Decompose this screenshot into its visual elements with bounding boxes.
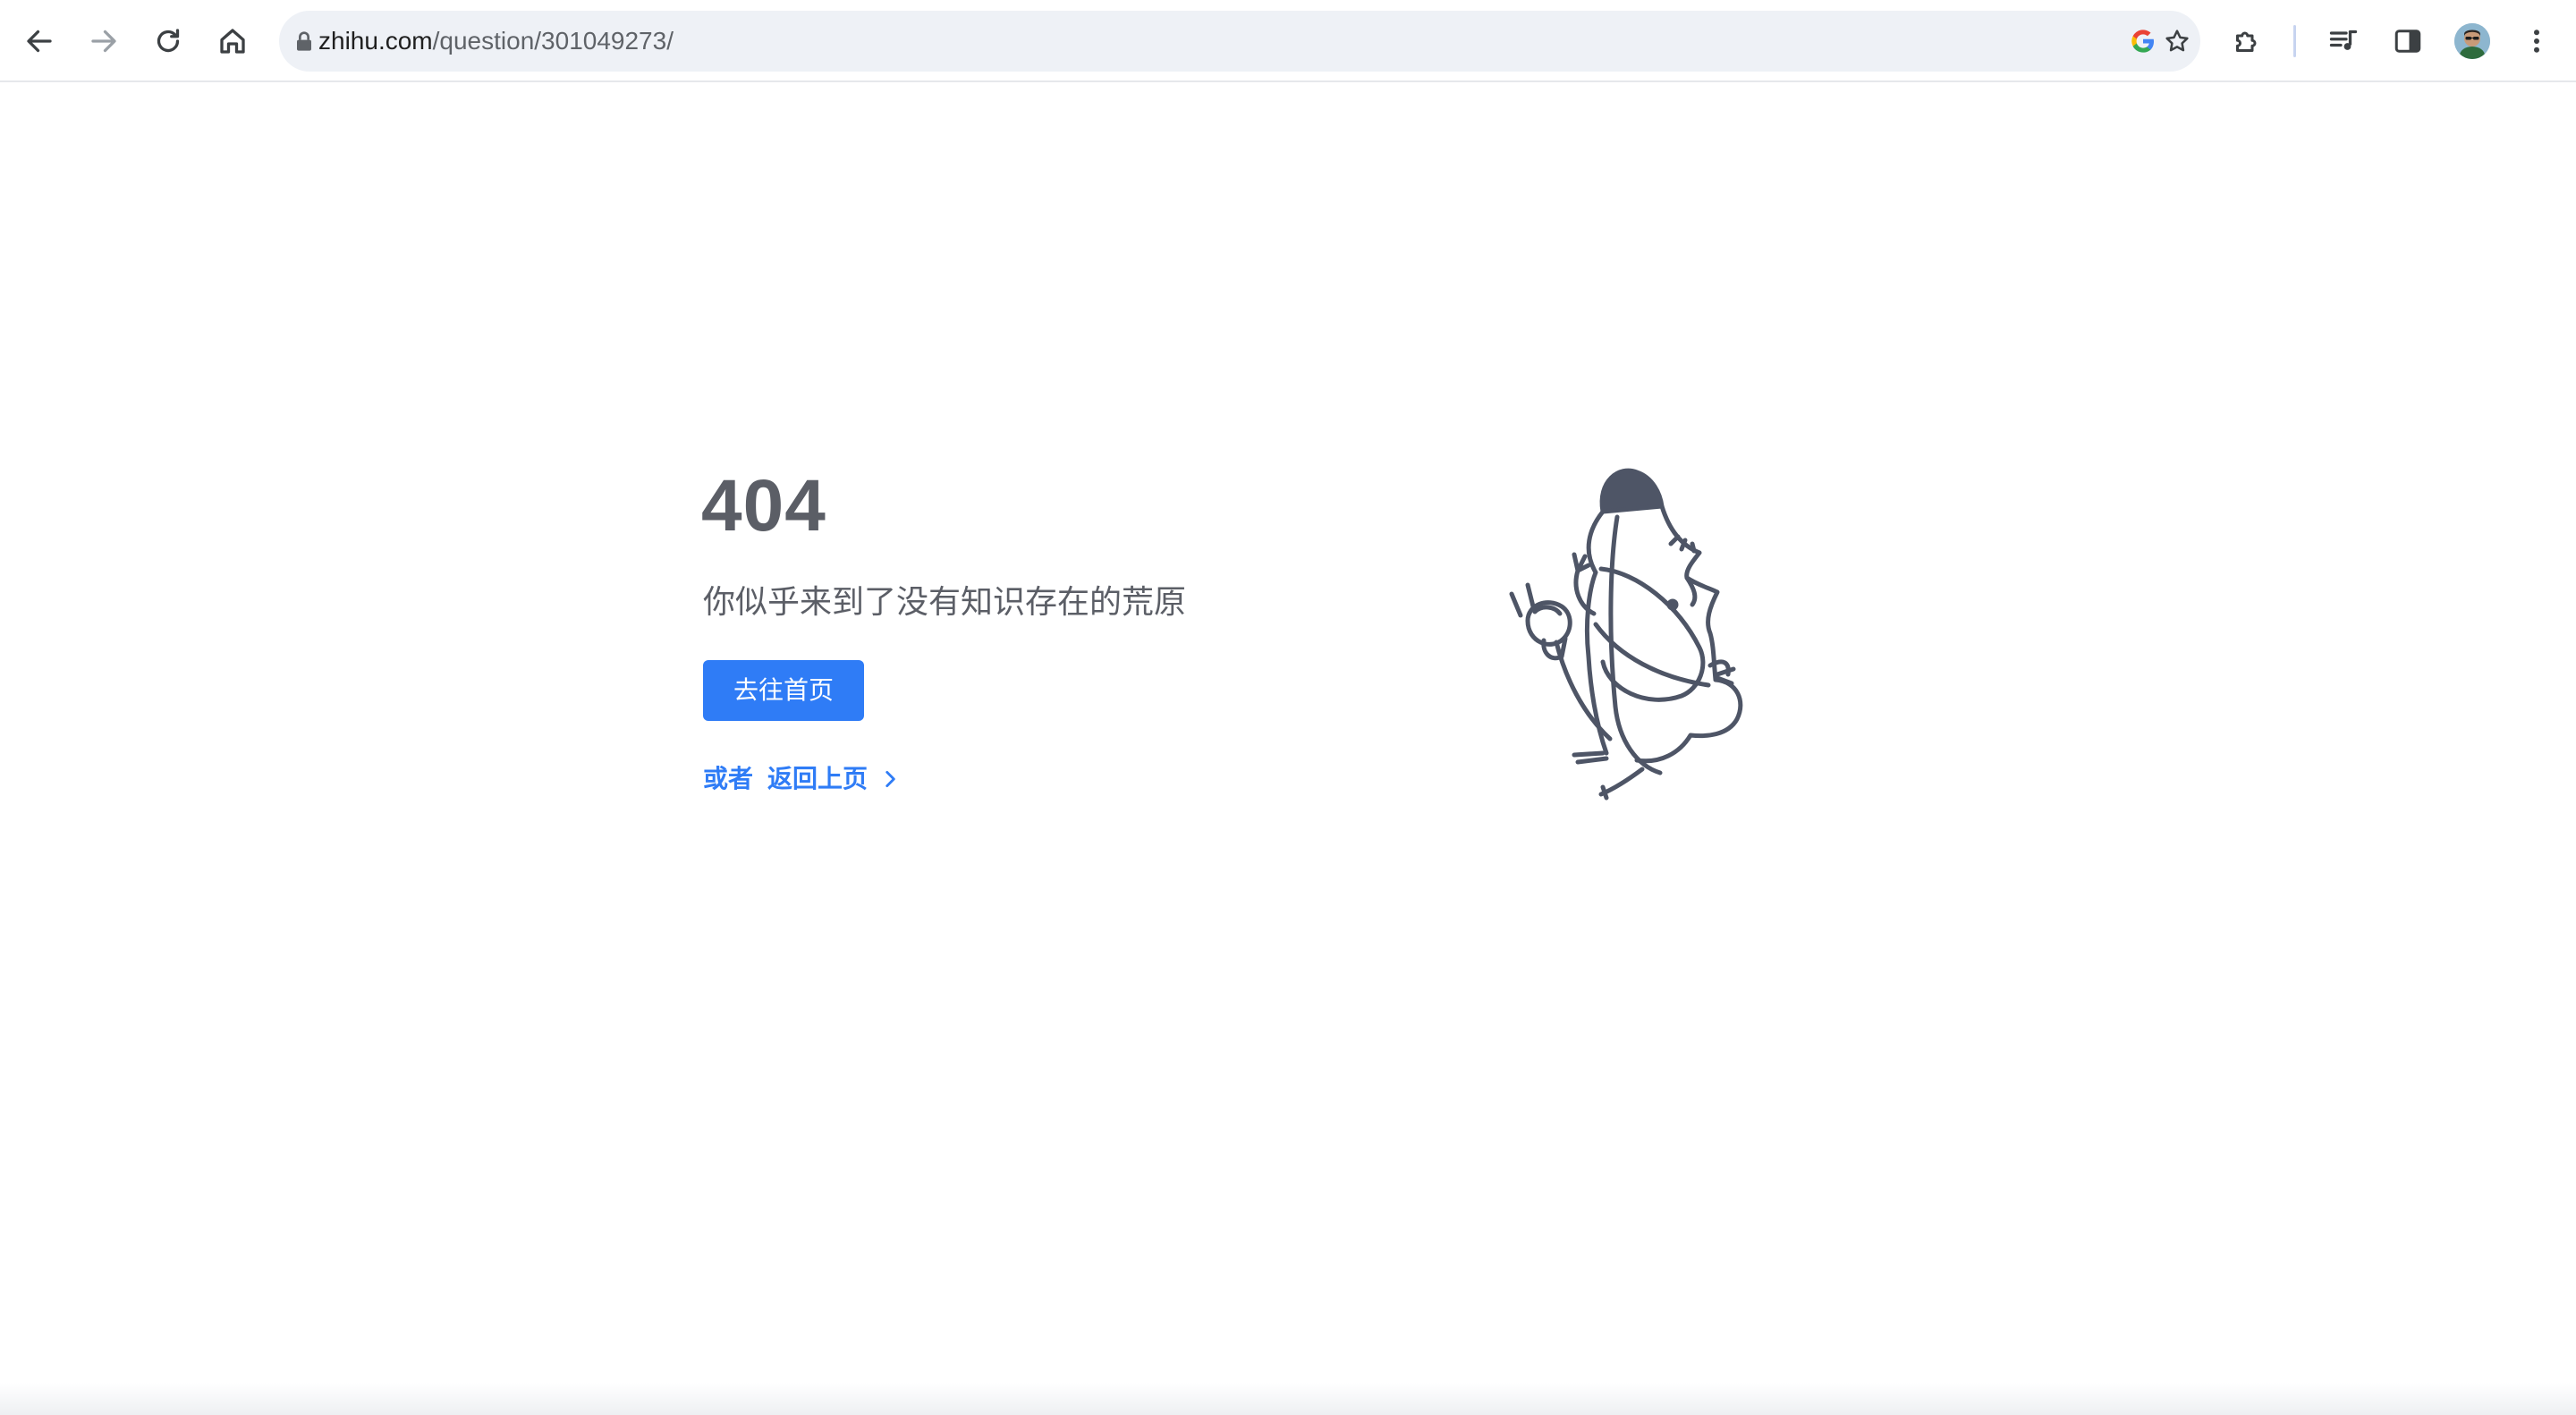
puzzle-icon	[2236, 31, 2257, 52]
address-bar[interactable]: zhihu.com/question/301049273/	[279, 11, 2200, 72]
back-link-label: 返回上页	[767, 764, 869, 793]
media-queue-icon	[2329, 30, 2358, 50]
home-button[interactable]	[206, 14, 259, 68]
side-panel-icon	[2394, 30, 2421, 53]
star-icon[interactable]	[2159, 23, 2195, 59]
alternative-row: 或者 返回上页	[703, 757, 902, 801]
page-content: 404 你似乎来到了没有知识存在的荒原 去往首页 或者 返回上页	[0, 84, 2576, 1415]
or-label: 或者	[703, 764, 754, 793]
url-path: /question/301049273/	[432, 27, 674, 55]
home-icon	[220, 29, 245, 54]
error-message: 你似乎来到了没有知识存在的荒原	[703, 584, 1187, 621]
go-home-button[interactable]: 去往首页	[703, 660, 864, 721]
reload-button[interactable]	[141, 14, 195, 68]
browser-toolbar: zhihu.com/question/301049273/	[0, 0, 2576, 82]
unplugged-character-illustration	[1509, 468, 1743, 801]
toolbar-divider	[2293, 25, 2296, 57]
back-button[interactable]	[13, 14, 66, 68]
bottom-shadow	[0, 1383, 2576, 1415]
chevron-right-icon	[886, 771, 895, 787]
kebab-menu-icon	[2534, 30, 2539, 53]
url-text[interactable]: zhihu.com/question/301049273/	[318, 11, 674, 72]
error-code-title: 404	[701, 465, 826, 547]
url-host: zhihu.com	[318, 27, 433, 55]
forward-button[interactable]	[77, 14, 131, 68]
arrow-right-icon	[91, 30, 116, 53]
side-panel-button[interactable]	[2381, 14, 2435, 68]
avatar[interactable]	[2454, 23, 2490, 59]
menu-button[interactable]	[2510, 14, 2563, 68]
reload-icon	[157, 29, 180, 53]
arrow-left-icon	[27, 30, 52, 53]
profile-photo-icon	[2454, 23, 2490, 59]
google-icon[interactable]	[2125, 23, 2161, 59]
back-link[interactable]: 返回上页	[767, 757, 902, 801]
media-button[interactable]	[2317, 14, 2370, 68]
lock-icon[interactable]	[290, 27, 318, 55]
extensions-button[interactable]	[2220, 14, 2274, 68]
